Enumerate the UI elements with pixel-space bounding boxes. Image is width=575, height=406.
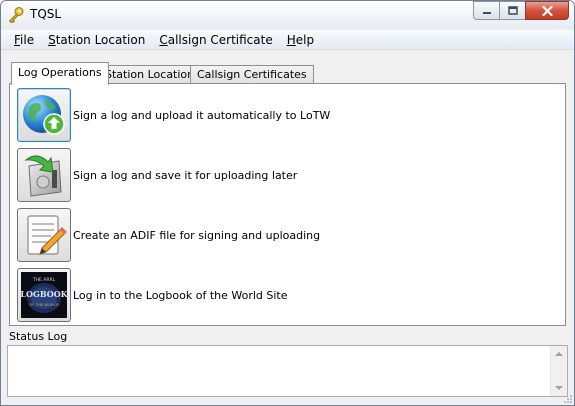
tab-log-operations[interactable]: Log Operations — [11, 62, 109, 85]
status-log-label: Status Log — [9, 330, 68, 343]
lotw-login-label: Log in to the Logbook of the World Site — [73, 288, 288, 302]
scroll-down-arrow-icon[interactable] — [555, 386, 563, 390]
operation-row: Sign a log and upload it automatically t… — [17, 88, 557, 142]
window-title: TQSL — [30, 7, 62, 21]
close-button[interactable] — [525, 1, 569, 20]
operation-row: Sign a log and save it for uploading lat… — [17, 148, 557, 202]
svg-text:LOGBOOK: LOGBOOK — [21, 289, 67, 299]
notepad-pencil-icon — [27, 215, 67, 255]
maximize-button[interactable] — [499, 1, 526, 20]
operation-row: THE ARRL LOGBOOK OF THE WORLD Log in to … — [17, 268, 557, 322]
svg-text:OF THE WORLD: OF THE WORLD — [29, 302, 59, 307]
caption-buttons — [473, 1, 569, 20]
status-log-content — [8, 346, 567, 350]
sign-and-save-button[interactable] — [17, 148, 71, 202]
menu-station-location[interactable]: Station Location — [41, 31, 152, 49]
svg-text:THE ARRL: THE ARRL — [32, 277, 56, 283]
lotw-login-button[interactable]: THE ARRL LOGBOOK OF THE WORLD — [17, 268, 71, 322]
title-bar[interactable]: TQSL — [1, 1, 574, 29]
menu-callsign-certificate[interactable]: Callsign Certificate — [152, 31, 279, 49]
log-operations-panel: Sign a log and upload it automatically t… — [9, 83, 566, 326]
maximize-icon — [507, 6, 518, 15]
create-adif-button[interactable] — [17, 208, 71, 262]
tqsl-window: TQSL File Station Location Callsign Cert… — [0, 0, 575, 406]
tab-callsign-certificates[interactable]: Callsign Certificates — [190, 65, 314, 84]
close-icon — [541, 5, 553, 16]
sign-and-save-label: Sign a log and save it for uploading lat… — [73, 168, 298, 182]
key-icon — [8, 7, 24, 24]
minimize-icon — [482, 11, 491, 14]
operation-row: Create an ADIF file for signing and uplo… — [17, 208, 557, 262]
scroll-up-arrow-icon[interactable] — [555, 352, 563, 356]
menu-help[interactable]: Help — [280, 31, 321, 49]
save-arrow-icon — [24, 155, 62, 197]
status-log-textarea[interactable] — [7, 345, 568, 397]
resize-grip-icon[interactable] — [563, 394, 573, 404]
globe-upload-icon — [23, 95, 65, 135]
menu-file[interactable]: File — [7, 31, 41, 49]
sign-and-upload-button[interactable] — [17, 88, 71, 142]
sign-and-upload-label: Sign a log and upload it automatically t… — [73, 108, 331, 122]
status-log-scrollbar[interactable] — [550, 346, 567, 396]
menu-bar: File Station Location Callsign Certifica… — [1, 30, 574, 50]
logbook-logo-icon: THE ARRL LOGBOOK OF THE WORLD — [21, 272, 67, 318]
create-adif-label: Create an ADIF file for signing and uplo… — [73, 228, 321, 242]
minimize-button[interactable] — [473, 1, 500, 20]
